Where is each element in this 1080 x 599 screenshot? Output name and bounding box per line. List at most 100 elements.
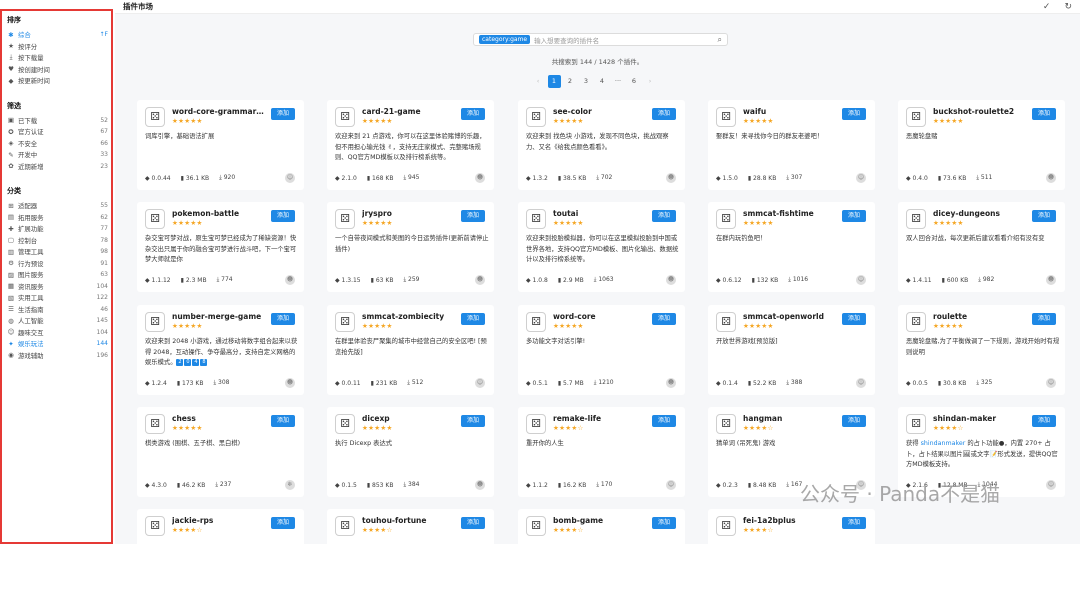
category-item-8[interactable]: ▧ 实用工具 122 xyxy=(2,292,111,304)
author-avatar[interactable]: ☺ xyxy=(1046,480,1056,490)
plugin-name[interactable]: buckshot-roulette2 xyxy=(933,107,1025,116)
author-avatar[interactable]: ☺ xyxy=(856,173,866,183)
author-avatar[interactable]: ☻ xyxy=(475,173,485,183)
filter-item-0[interactable]: ▣ 已下载 52 xyxy=(2,115,111,127)
filter-item-3[interactable]: ✎ 开发中 33 xyxy=(2,149,111,161)
author-avatar[interactable]: ☻ xyxy=(1046,275,1056,285)
page-button[interactable]: 3 xyxy=(580,75,593,88)
add-button[interactable]: 添加 xyxy=(271,517,295,529)
author-avatar[interactable]: ☻ xyxy=(666,378,676,388)
add-button[interactable]: 添加 xyxy=(461,517,485,529)
add-button[interactable]: 添加 xyxy=(842,313,866,325)
plugin-name[interactable]: smmcat-zombiecity xyxy=(362,312,454,321)
plugin-card[interactable]: ⚄ smmcat-openworld ★★★★★ 添加 开放世界游戏[预览版] ◆ 0.1… xyxy=(708,305,875,395)
author-avatar[interactable]: ☺ xyxy=(285,173,295,183)
plugin-name[interactable]: card-21-game xyxy=(362,107,454,116)
page-button[interactable]: 1 xyxy=(547,75,561,88)
sort-item-3[interactable]: ♥ 按创建时间 xyxy=(2,64,111,76)
plugin-card[interactable]: ⚄ card-21-game ★★★★★ 添加 欢迎来到 21 点游戏，你可以在这里体验… xyxy=(327,100,494,190)
author-avatar[interactable]: ☺ xyxy=(856,378,866,388)
add-button[interactable]: 添加 xyxy=(1032,108,1056,120)
plugin-name[interactable]: see-color xyxy=(553,107,645,116)
plugin-name[interactable]: word-core xyxy=(553,312,645,321)
author-avatar[interactable]: ☺ xyxy=(666,480,676,490)
plugin-card[interactable]: ⚄ toutai ★★★★★ 添加 欢迎来到投胎模拟器，你可以在这里模拟投胎到中国或世界… xyxy=(518,202,685,292)
plugin-card[interactable]: ⚄ smmcat-fishtime ★★★★★ 添加 在群内玩钓鱼吧！ ◆ 0.6.12 ▮… xyxy=(708,202,875,292)
search-filter-tag[interactable]: category:game xyxy=(479,35,531,44)
plugin-name[interactable]: waifu xyxy=(743,107,835,116)
next-page-button[interactable]: › xyxy=(644,75,657,88)
plugin-card[interactable]: ⚄ dicexp ★★★★★ 添加 执行 Dicexp 表达式 ◆ 0.1.5 ▮ 853 … xyxy=(327,407,494,497)
plugin-name[interactable]: fei-1a2bplus xyxy=(743,516,835,525)
plugin-name[interactable]: hangman xyxy=(743,414,835,423)
add-button[interactable]: 添加 xyxy=(1032,313,1056,325)
plugin-name[interactable]: number-merge-game xyxy=(172,312,264,321)
category-item-5[interactable]: ⚙ 行为预设 91 xyxy=(2,258,111,270)
shindanmaker-link[interactable]: shindanmaker xyxy=(921,440,966,447)
plugin-name[interactable]: pokemon-battle xyxy=(172,209,264,218)
plugin-card[interactable]: ⚄ pokemon-battle ★★★★★ 添加 杂交宝可梦对战，原生宝可梦已经成为了… xyxy=(137,202,304,292)
plugin-card[interactable]: ⚄ number-merge-game ★★★★★ 添加 欢迎来到 2048 小游戏，通… xyxy=(137,305,304,395)
sort-item-4[interactable]: ◆ 按更新时间 xyxy=(2,75,111,87)
author-avatar[interactable]: ☻ xyxy=(1046,173,1056,183)
plugin-card[interactable]: ⚄ dicey-dungeons ★★★★★ 添加 双人回合对战，每次更新后建议看看介绍… xyxy=(898,202,1065,292)
plugin-name[interactable]: dicexp xyxy=(362,414,454,423)
author-avatar[interactable]: ☻ xyxy=(475,480,485,490)
filter-item-4[interactable]: ✿ 近期新增 23 xyxy=(2,161,111,173)
category-item-4[interactable]: ▥ 管理工具 98 xyxy=(2,246,111,258)
category-item-7[interactable]: ▦ 资讯服务 104 xyxy=(2,281,111,293)
author-avatar[interactable]: ☻ xyxy=(285,275,295,285)
add-button[interactable]: 添加 xyxy=(652,108,676,120)
add-button[interactable]: 添加 xyxy=(842,108,866,120)
plugin-card[interactable]: ⚄ touhou-fortune ★★★★☆ 添加 xyxy=(327,509,494,599)
plugin-name[interactable]: touhou-fortune xyxy=(362,516,454,525)
check-icon[interactable]: ✓ xyxy=(1043,2,1051,12)
category-item-13[interactable]: ◉ 游戏辅助 196 xyxy=(2,350,111,362)
add-button[interactable]: 添加 xyxy=(842,517,866,529)
plugin-card[interactable]: ⚄ fei-1a2bplus ★★★★☆ 添加 xyxy=(708,509,875,599)
plugin-name[interactable]: chess xyxy=(172,414,264,423)
filter-item-1[interactable]: ✪ 官方认证 67 xyxy=(2,126,111,138)
add-button[interactable]: 添加 xyxy=(271,108,295,120)
plugin-card[interactable]: ⚄ jryspro ★★★★★ 添加 一个自带夜间模式和美图的今日运势插件(更新前请停止… xyxy=(327,202,494,292)
category-item-12[interactable]: ✦ 娱乐玩法 144 xyxy=(2,338,111,350)
plugin-card[interactable]: ⚄ see-color ★★★★★ 添加 欢迎来到 找色块 小游戏，发现不同色块，挑战观… xyxy=(518,100,685,190)
add-button[interactable]: 添加 xyxy=(652,313,676,325)
plugin-card[interactable]: ⚄ jackie-rps ★★★★☆ 添加 xyxy=(137,509,304,599)
category-item-0[interactable]: ⊞ 适配器 55 xyxy=(2,200,111,212)
category-item-6[interactable]: ▨ 图片服务 63 xyxy=(2,269,111,281)
plugin-name[interactable]: dicey-dungeons xyxy=(933,209,1025,218)
author-avatar[interactable]: ☺ xyxy=(1046,378,1056,388)
add-button[interactable]: 添加 xyxy=(271,415,295,427)
category-item-2[interactable]: ✚ 扩展功能 77 xyxy=(2,223,111,235)
plugin-name[interactable]: smmcat-fishtime xyxy=(743,209,835,218)
plugin-card[interactable]: ⚄ roulette ★★★★★ 添加 恶魔轮盘赌,为了平衡做调了一下规则，游戏开始时有… xyxy=(898,305,1065,395)
plugin-card[interactable]: ⚄ buckshot-roulette2 ★★★★★ 添加 恶魔轮盘赌 ◆ 0.4.0 ▮ … xyxy=(898,100,1065,190)
plugin-name[interactable]: roulette xyxy=(933,312,1025,321)
page-button[interactable]: ··· xyxy=(612,75,625,88)
author-avatar[interactable]: ☻ xyxy=(666,275,676,285)
search-box[interactable]: category:game 输入想要查询的插件名 ⌕ xyxy=(473,33,728,46)
author-avatar[interactable]: ☻ xyxy=(475,275,485,285)
plugin-name[interactable]: toutai xyxy=(553,209,645,218)
author-avatar[interactable]: ☺ xyxy=(475,378,485,388)
plugin-name[interactable]: shindan-maker xyxy=(933,414,1025,423)
search-icon[interactable]: ⌕ xyxy=(718,35,722,45)
author-avatar[interactable]: ❄ xyxy=(285,480,295,490)
add-button[interactable]: 添加 xyxy=(271,210,295,222)
add-button[interactable]: 添加 xyxy=(461,313,485,325)
page-button[interactable]: 4 xyxy=(596,75,609,88)
add-button[interactable]: 添加 xyxy=(1032,415,1056,427)
category-item-10[interactable]: ◍ 人工智能 145 xyxy=(2,315,111,327)
add-button[interactable]: 添加 xyxy=(842,210,866,222)
add-button[interactable]: 添加 xyxy=(271,313,295,325)
plugin-card[interactable]: ⚄ smmcat-zombiecity ★★★★★ 添加 在群里体验丧尸聚集的城市中经营… xyxy=(327,305,494,395)
author-avatar[interactable]: ☺ xyxy=(856,275,866,285)
plugin-card[interactable]: ⚄ word-core-grammar-... ★★★★★ 添加 词库引擎，基础语法扩展… xyxy=(137,100,304,190)
author-avatar[interactable]: ☻ xyxy=(285,378,295,388)
plugin-name[interactable]: bomb-game xyxy=(553,516,645,525)
plugin-card[interactable]: ⚄ remake-life ★★★★☆ 添加 重开你的人生 ◆ 1.1.2 ▮ 16.2 K… xyxy=(518,407,685,497)
plugin-card[interactable]: ⚄ waifu ★★★★★ 添加 娶群友！来寻找你今日的群友老婆吧！ ◆ 1.5.0 ▮ 2… xyxy=(708,100,875,190)
category-item-3[interactable]: ▢ 控制台 78 xyxy=(2,235,111,247)
add-button[interactable]: 添加 xyxy=(652,210,676,222)
